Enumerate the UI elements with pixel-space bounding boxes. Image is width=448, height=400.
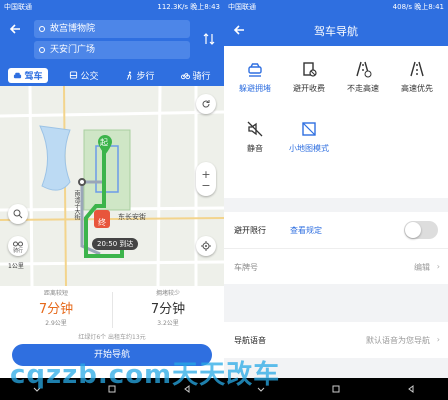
pref-highway-first[interactable]: 高速优先 <box>390 60 444 94</box>
search-icon <box>13 209 23 219</box>
clock: 晚上8:43 <box>190 3 220 11</box>
locate-icon <box>201 241 211 251</box>
map-scale: 1公里 <box>8 263 24 270</box>
status-bar: 中国联通 112.3K/s 晚上8:43 <box>0 0 224 14</box>
origin-dot-icon <box>39 26 45 32</box>
map-view[interactable]: 起 终 东长安街 南池子大街 20:50 到达 + − 骑行 1公里 <box>0 86 224 286</box>
walk-icon <box>127 71 132 80</box>
map-canvas <box>0 86 224 286</box>
route-layer-icon <box>13 241 23 246</box>
highway-first-icon <box>410 61 424 77</box>
pref-avoid-jam[interactable]: 躲避拥堵 <box>228 60 282 94</box>
toggle-knob <box>405 222 421 238</box>
tab-bike[interactable]: 骑行 <box>176 68 215 83</box>
tab-walk[interactable]: 步行 <box>120 68 159 83</box>
chevron-right-icon: › <box>436 335 440 344</box>
watermark: cqzzb.com天天改车 <box>10 360 281 390</box>
route-option-2[interactable]: 拥堵较少 7分钟 3.2公里 <box>112 288 224 327</box>
route-search-header: 故宫博物院 天安门广场 驾车 公交 步行 骑行 <box>0 14 224 86</box>
road-label: 南池子大街 <box>73 190 80 220</box>
refresh-icon <box>202 100 210 108</box>
tab-bus[interactable]: 公交 <box>64 68 103 83</box>
mini-map-icon <box>302 122 316 136</box>
status-bar: 中国联通 408/s 晚上8:41 <box>224 0 448 14</box>
swap-direction-icon[interactable] <box>202 32 216 46</box>
bike-layer-button[interactable]: 骑行 <box>8 236 28 256</box>
view-rules-link[interactable]: 查看规定 <box>290 225 322 236</box>
network-speed: 112.3K/s <box>157 3 189 11</box>
car-icon <box>14 72 22 78</box>
route-option-1[interactable]: 距离较短 7分钟 2.9公里 <box>0 288 112 327</box>
pref-mini-map[interactable]: 小地图模式 <box>282 120 336 154</box>
tab-drive[interactable]: 驾车 <box>8 67 48 83</box>
origin-input[interactable]: 故宫博物院 <box>34 20 190 38</box>
locate-button[interactable] <box>196 236 216 256</box>
network-speed: 408/s <box>392 3 413 11</box>
eta-bubble: 20:50 到达 <box>92 238 139 250</box>
page-title: 驾车导航 <box>314 25 358 38</box>
my-location-dot <box>78 178 86 186</box>
street-label: 东长安街 <box>118 213 146 221</box>
search-nearby-button[interactable] <box>8 204 28 224</box>
pref-no-highway[interactable]: 不走高速 <box>336 60 390 94</box>
avoid-restriction-row: 避开限行 查看规定 <box>224 212 448 248</box>
carrier-label: 中国联通 <box>228 3 256 11</box>
license-plate-row[interactable]: 车牌号 编辑 › <box>224 248 448 284</box>
car-avoid-jam-icon <box>248 63 262 77</box>
route-preferences: 躲避拥堵 避开收费 不走高速 高速优先 静音 小地图模式 <box>224 46 448 198</box>
navigation-voice-row[interactable]: 导航语音 默认语音为您导航 › <box>224 322 448 358</box>
zoom-out-icon[interactable]: − <box>201 180 210 191</box>
end-marker[interactable]: 终 <box>94 210 110 228</box>
destination-input[interactable]: 天安门广场 <box>34 41 190 59</box>
zoom-control[interactable]: + − <box>196 162 216 196</box>
nav-back-icon[interactable] <box>406 384 416 394</box>
destination-dot-icon <box>39 47 45 53</box>
edit-plate-link[interactable]: 编辑 <box>414 262 430 273</box>
route-info: 红绿灯6个 出租车约13元 <box>78 334 146 341</box>
no-highway-icon <box>356 61 372 78</box>
pref-mute[interactable]: 静音 <box>228 120 282 154</box>
pref-avoid-toll[interactable]: 避开收费 <box>282 60 336 94</box>
clock: 晚上8:41 <box>414 3 444 11</box>
nav-home-icon[interactable] <box>331 384 341 394</box>
chevron-right-icon: › <box>436 262 440 271</box>
start-marker[interactable]: 起 <box>96 134 114 156</box>
navigation-settings-screen: 中国联通 408/s 晚上8:41 驾车导航 躲避拥堵 避开收费 不走高速 高速… <box>224 0 448 400</box>
travel-mode-tabs: 驾车 公交 步行 骑行 <box>0 65 224 85</box>
settings-header: 驾车导航 <box>224 14 448 46</box>
bus-icon <box>70 70 78 79</box>
carrier-label: 中国联通 <box>4 3 32 11</box>
mute-icon <box>247 121 263 137</box>
avoid-restriction-toggle[interactable] <box>404 221 438 239</box>
refresh-button[interactable] <box>196 94 216 114</box>
bike-icon <box>181 72 191 79</box>
route-planning-screen: 中国联通 112.3K/s 晚上8:43 故宫博物院 天安门广场 驾车 公交 步… <box>0 0 224 400</box>
back-arrow-icon[interactable] <box>8 22 22 36</box>
toll-avoid-icon <box>303 62 317 77</box>
